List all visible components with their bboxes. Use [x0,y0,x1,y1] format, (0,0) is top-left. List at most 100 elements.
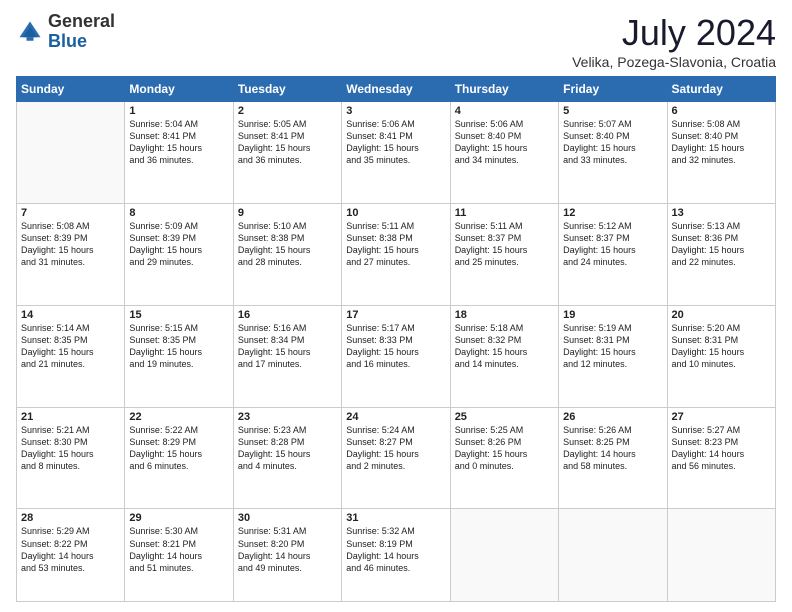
day-number: 5 [563,105,662,117]
calendar-cell: 13Sunrise: 5:13 AM Sunset: 8:36 PM Dayli… [667,203,775,305]
day-number: 17 [346,309,445,321]
cell-content: Sunrise: 5:08 AM Sunset: 8:40 PM Dayligh… [672,118,771,167]
calendar-header-saturday: Saturday [667,77,775,102]
cell-content: Sunrise: 5:26 AM Sunset: 8:25 PM Dayligh… [563,424,662,473]
day-number: 11 [455,207,554,219]
day-number: 4 [455,105,554,117]
calendar-cell: 7Sunrise: 5:08 AM Sunset: 8:39 PM Daylig… [17,203,125,305]
day-number: 18 [455,309,554,321]
day-number: 29 [129,512,228,524]
day-number: 6 [672,105,771,117]
calendar-cell: 9Sunrise: 5:10 AM Sunset: 8:38 PM Daylig… [233,203,341,305]
day-number: 27 [672,411,771,423]
calendar-week-row: 28Sunrise: 5:29 AM Sunset: 8:22 PM Dayli… [17,509,776,602]
day-number: 3 [346,105,445,117]
calendar-cell: 22Sunrise: 5:22 AM Sunset: 8:29 PM Dayli… [125,407,233,509]
logo-general-text: General [48,11,115,31]
cell-content: Sunrise: 5:16 AM Sunset: 8:34 PM Dayligh… [238,322,337,371]
logo-blue-text: Blue [48,31,87,51]
day-number: 15 [129,309,228,321]
cell-content: Sunrise: 5:08 AM Sunset: 8:39 PM Dayligh… [21,220,120,269]
cell-content: Sunrise: 5:09 AM Sunset: 8:39 PM Dayligh… [129,220,228,269]
cell-content: Sunrise: 5:19 AM Sunset: 8:31 PM Dayligh… [563,322,662,371]
cell-content: Sunrise: 5:10 AM Sunset: 8:38 PM Dayligh… [238,220,337,269]
logo-text: General Blue [48,12,115,52]
day-number: 10 [346,207,445,219]
calendar-cell: 11Sunrise: 5:11 AM Sunset: 8:37 PM Dayli… [450,203,558,305]
calendar-cell: 2Sunrise: 5:05 AM Sunset: 8:41 PM Daylig… [233,102,341,204]
subtitle: Velika, Pozega-Slavonia, Croatia [572,54,776,70]
cell-content: Sunrise: 5:11 AM Sunset: 8:37 PM Dayligh… [455,220,554,269]
calendar-cell: 20Sunrise: 5:20 AM Sunset: 8:31 PM Dayli… [667,305,775,407]
calendar-cell: 18Sunrise: 5:18 AM Sunset: 8:32 PM Dayli… [450,305,558,407]
cell-content: Sunrise: 5:20 AM Sunset: 8:31 PM Dayligh… [672,322,771,371]
day-number: 2 [238,105,337,117]
day-number: 1 [129,105,228,117]
day-number: 20 [672,309,771,321]
calendar-header-friday: Friday [559,77,667,102]
calendar-cell: 16Sunrise: 5:16 AM Sunset: 8:34 PM Dayli… [233,305,341,407]
day-number: 24 [346,411,445,423]
day-number: 13 [672,207,771,219]
cell-content: Sunrise: 5:24 AM Sunset: 8:27 PM Dayligh… [346,424,445,473]
day-number: 22 [129,411,228,423]
day-number: 31 [346,512,445,524]
calendar-header-tuesday: Tuesday [233,77,341,102]
cell-content: Sunrise: 5:32 AM Sunset: 8:19 PM Dayligh… [346,525,445,574]
calendar-cell: 17Sunrise: 5:17 AM Sunset: 8:33 PM Dayli… [342,305,450,407]
logo-icon [16,18,44,46]
day-number: 16 [238,309,337,321]
day-number: 9 [238,207,337,219]
cell-content: Sunrise: 5:27 AM Sunset: 8:23 PM Dayligh… [672,424,771,473]
calendar-cell: 23Sunrise: 5:23 AM Sunset: 8:28 PM Dayli… [233,407,341,509]
title-block: July 2024 Velika, Pozega-Slavonia, Croat… [572,12,776,70]
cell-content: Sunrise: 5:22 AM Sunset: 8:29 PM Dayligh… [129,424,228,473]
cell-content: Sunrise: 5:12 AM Sunset: 8:37 PM Dayligh… [563,220,662,269]
calendar-header-thursday: Thursday [450,77,558,102]
header: General Blue July 2024 Velika, Pozega-Sl… [16,12,776,70]
cell-content: Sunrise: 5:06 AM Sunset: 8:40 PM Dayligh… [455,118,554,167]
calendar-table: SundayMondayTuesdayWednesdayThursdayFrid… [16,76,776,602]
cell-content: Sunrise: 5:21 AM Sunset: 8:30 PM Dayligh… [21,424,120,473]
calendar-cell: 5Sunrise: 5:07 AM Sunset: 8:40 PM Daylig… [559,102,667,204]
day-number: 14 [21,309,120,321]
calendar-cell [17,102,125,204]
cell-content: Sunrise: 5:11 AM Sunset: 8:38 PM Dayligh… [346,220,445,269]
day-number: 8 [129,207,228,219]
calendar-week-row: 1Sunrise: 5:04 AM Sunset: 8:41 PM Daylig… [17,102,776,204]
cell-content: Sunrise: 5:17 AM Sunset: 8:33 PM Dayligh… [346,322,445,371]
calendar-week-row: 7Sunrise: 5:08 AM Sunset: 8:39 PM Daylig… [17,203,776,305]
cell-content: Sunrise: 5:13 AM Sunset: 8:36 PM Dayligh… [672,220,771,269]
calendar-week-row: 21Sunrise: 5:21 AM Sunset: 8:30 PM Dayli… [17,407,776,509]
calendar-week-row: 14Sunrise: 5:14 AM Sunset: 8:35 PM Dayli… [17,305,776,407]
cell-content: Sunrise: 5:29 AM Sunset: 8:22 PM Dayligh… [21,525,120,574]
page: General Blue July 2024 Velika, Pozega-Sl… [0,0,792,612]
calendar-header-wednesday: Wednesday [342,77,450,102]
calendar-cell: 12Sunrise: 5:12 AM Sunset: 8:37 PM Dayli… [559,203,667,305]
calendar-cell: 1Sunrise: 5:04 AM Sunset: 8:41 PM Daylig… [125,102,233,204]
day-number: 21 [21,411,120,423]
calendar-cell: 24Sunrise: 5:24 AM Sunset: 8:27 PM Dayli… [342,407,450,509]
calendar-cell: 15Sunrise: 5:15 AM Sunset: 8:35 PM Dayli… [125,305,233,407]
day-number: 26 [563,411,662,423]
cell-content: Sunrise: 5:07 AM Sunset: 8:40 PM Dayligh… [563,118,662,167]
calendar-cell: 21Sunrise: 5:21 AM Sunset: 8:30 PM Dayli… [17,407,125,509]
calendar-cell: 8Sunrise: 5:09 AM Sunset: 8:39 PM Daylig… [125,203,233,305]
calendar-cell: 10Sunrise: 5:11 AM Sunset: 8:38 PM Dayli… [342,203,450,305]
cell-content: Sunrise: 5:23 AM Sunset: 8:28 PM Dayligh… [238,424,337,473]
calendar-header-row: SundayMondayTuesdayWednesdayThursdayFrid… [17,77,776,102]
day-number: 12 [563,207,662,219]
cell-content: Sunrise: 5:25 AM Sunset: 8:26 PM Dayligh… [455,424,554,473]
cell-content: Sunrise: 5:31 AM Sunset: 8:20 PM Dayligh… [238,525,337,574]
calendar-cell: 19Sunrise: 5:19 AM Sunset: 8:31 PM Dayli… [559,305,667,407]
day-number: 23 [238,411,337,423]
calendar-header-monday: Monday [125,77,233,102]
calendar-cell: 14Sunrise: 5:14 AM Sunset: 8:35 PM Dayli… [17,305,125,407]
cell-content: Sunrise: 5:15 AM Sunset: 8:35 PM Dayligh… [129,322,228,371]
cell-content: Sunrise: 5:18 AM Sunset: 8:32 PM Dayligh… [455,322,554,371]
calendar-cell: 29Sunrise: 5:30 AM Sunset: 8:21 PM Dayli… [125,509,233,602]
calendar-cell: 28Sunrise: 5:29 AM Sunset: 8:22 PM Dayli… [17,509,125,602]
calendar-cell: 30Sunrise: 5:31 AM Sunset: 8:20 PM Dayli… [233,509,341,602]
day-number: 25 [455,411,554,423]
calendar-cell [667,509,775,602]
